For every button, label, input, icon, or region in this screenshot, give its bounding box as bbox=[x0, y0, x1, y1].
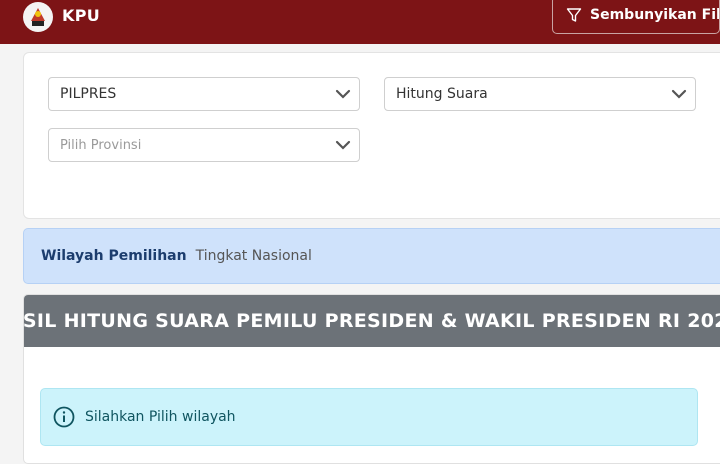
region-info-bar: Wilayah Pemilihan Tingkat Nasional bbox=[23, 228, 720, 284]
brand-name[interactable]: KPU bbox=[62, 6, 100, 25]
info-icon bbox=[53, 406, 75, 428]
region-label: Wilayah Pemilihan bbox=[41, 248, 187, 264]
result-title: HASIL HITUNG SUARA PEMILU PRESIDEN & WAK… bbox=[24, 295, 720, 347]
top-header-bar: KPU Sembunyikan Filter bbox=[0, 0, 720, 44]
result-panel: HASIL HITUNG SUARA PEMILU PRESIDEN & WAK… bbox=[23, 294, 720, 464]
count-type-value: Hitung Suara bbox=[396, 86, 488, 102]
region-value: Tingkat Nasional bbox=[195, 248, 312, 264]
election-type-select[interactable]: PILPRES bbox=[48, 77, 360, 111]
hide-filter-label: Sembunyikan Filter bbox=[590, 7, 720, 23]
filter-icon bbox=[566, 8, 582, 22]
province-select[interactable]: Pilih Provinsi bbox=[48, 128, 360, 162]
select-region-notice: Silahkan Pilih wilayah bbox=[40, 388, 698, 446]
notice-text: Silahkan Pilih wilayah bbox=[85, 409, 236, 425]
hide-filter-button[interactable]: Sembunyikan Filter bbox=[552, 0, 720, 34]
province-placeholder: Pilih Provinsi bbox=[60, 137, 142, 153]
election-type-value: PILPRES bbox=[60, 86, 117, 102]
chevron-down-icon bbox=[671, 89, 687, 99]
chevron-down-icon bbox=[335, 89, 351, 99]
chevron-down-icon bbox=[335, 140, 351, 150]
count-type-select[interactable]: Hitung Suara bbox=[384, 77, 696, 111]
kpu-logo-icon[interactable] bbox=[22, 1, 54, 33]
